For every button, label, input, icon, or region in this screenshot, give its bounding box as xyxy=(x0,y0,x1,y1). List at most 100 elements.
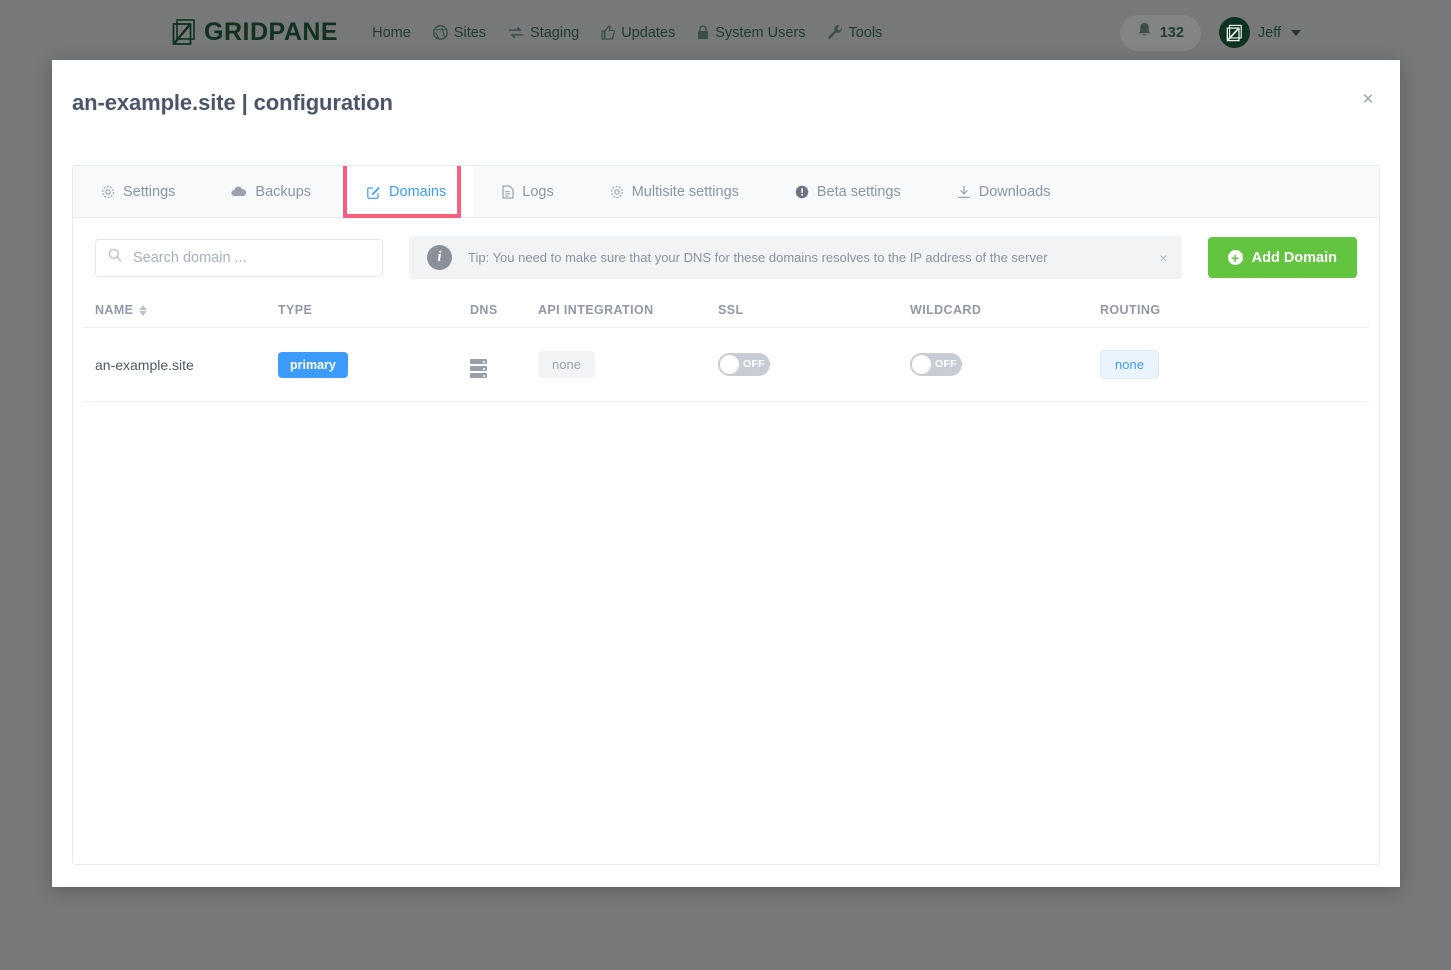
domains-table: NAME TYPE DNS API INTEGRATION SSL WILDCA… xyxy=(73,295,1379,402)
dismiss-tip-icon[interactable]: × xyxy=(1159,250,1167,266)
sync-icon xyxy=(508,26,524,39)
top-navigation-bar: GRIDPANE Home Sites Staging Updates Syst… xyxy=(0,0,1451,65)
cell-wildcard: OFF xyxy=(910,352,1100,377)
search-domain-box[interactable] xyxy=(95,238,383,277)
top-navigation-inner: GRIDPANE Home Sites Staging Updates Syst… xyxy=(0,0,1451,65)
add-domain-button[interactable]: + Add Domain xyxy=(1207,237,1357,278)
modal-header: an-example.site | configuration × xyxy=(52,60,1400,148)
column-header-wildcard-label: WILDCARD xyxy=(910,303,982,317)
ssl-toggle-knob xyxy=(720,354,739,374)
nav-item-sites-label: Sites xyxy=(453,24,487,41)
tab-beta-settings[interactable]: Beta settings xyxy=(767,166,929,217)
user-name-label: Jeff xyxy=(1257,24,1281,41)
tab-domains[interactable]: Domains xyxy=(339,166,475,217)
site-configuration-modal: an-example.site | configuration × Settin… xyxy=(52,60,1400,887)
close-icon[interactable]: × xyxy=(1358,90,1378,110)
column-header-dns: DNS xyxy=(470,303,538,317)
column-header-routing-label: ROUTING xyxy=(1100,303,1161,317)
column-header-ssl-label: SSL xyxy=(718,303,744,317)
tab-settings-label: Settings xyxy=(123,183,176,200)
cell-domain-name: an-example.site xyxy=(95,356,194,373)
wrench-icon xyxy=(827,25,843,40)
nav-item-updates[interactable]: Updates xyxy=(601,25,675,41)
column-header-name[interactable]: NAME xyxy=(83,303,278,317)
tab-backups[interactable]: Backups xyxy=(203,166,339,217)
server-stack-icon[interactable] xyxy=(470,359,487,378)
configuration-panel: Settings Backups Domains Logs Multisite … xyxy=(72,165,1380,865)
column-header-type-label: TYPE xyxy=(278,303,313,317)
gear-icon xyxy=(101,185,115,199)
tab-settings[interactable]: Settings xyxy=(73,166,203,217)
cell-ssl: OFF xyxy=(718,352,910,377)
nav-item-home-label: Home xyxy=(372,24,411,41)
nav-item-updates-label: Updates xyxy=(621,24,676,41)
lock-icon xyxy=(697,25,709,40)
add-domain-label: Add Domain xyxy=(1251,249,1337,266)
cell-api-integration: none xyxy=(538,351,718,378)
edit-square-icon xyxy=(367,185,381,199)
column-header-name-label: NAME xyxy=(95,303,134,317)
tab-logs-label: Logs xyxy=(522,183,554,200)
wildcard-toggle-label: OFF xyxy=(935,358,957,370)
gridpane-logo-icon xyxy=(172,19,197,46)
search-icon xyxy=(108,248,122,267)
column-header-dns-label: DNS xyxy=(470,303,498,317)
wordpress-icon xyxy=(432,25,448,40)
info-icon: i xyxy=(427,245,452,270)
wildcard-toggle[interactable]: OFF xyxy=(910,352,962,376)
tab-backups-label: Backups xyxy=(255,183,312,200)
page-title: an-example.site | configuration xyxy=(72,90,393,115)
brand-logo-text: GRIDPANE xyxy=(204,18,339,46)
ssl-toggle[interactable]: OFF xyxy=(718,352,770,376)
download-icon xyxy=(957,185,971,199)
domains-toolbar: i Tip: You need to make sure that your D… xyxy=(73,218,1379,295)
nav-item-system-users[interactable]: System Users xyxy=(697,24,806,41)
nav-item-tools-label: Tools xyxy=(848,24,883,41)
api-integration-badge[interactable]: none xyxy=(538,351,595,378)
user-avatar-icon xyxy=(1218,17,1250,48)
column-header-type: TYPE xyxy=(278,303,470,317)
nav-item-home[interactable]: Home xyxy=(372,25,411,41)
ssl-toggle-label: OFF xyxy=(743,358,765,370)
dns-tip-banner: i Tip: You need to make sure that your D… xyxy=(409,236,1182,279)
cell-dns[interactable] xyxy=(470,351,538,378)
wildcard-toggle-knob xyxy=(912,354,931,374)
dns-tip-text: Tip: You need to make sure that your DNS… xyxy=(468,250,1048,265)
column-header-ssl: SSL xyxy=(718,303,910,317)
tab-bar: Settings Backups Domains Logs Multisite … xyxy=(73,166,1379,218)
thumbs-up-icon xyxy=(601,25,616,40)
sort-arrows-icon[interactable] xyxy=(139,304,148,316)
cloud-icon xyxy=(231,186,247,197)
nav-right-group: 132 Jeff xyxy=(1119,14,1301,51)
notifications-count: 132 xyxy=(1159,24,1184,41)
nav-item-staging-label: Staging xyxy=(530,24,580,41)
table-header-row: NAME TYPE DNS API INTEGRATION SSL WILDCA… xyxy=(83,295,1369,328)
nav-item-staging[interactable]: Staging xyxy=(508,25,579,41)
nav-item-sites[interactable]: Sites xyxy=(432,24,487,41)
bell-icon xyxy=(1137,22,1152,44)
user-menu[interactable]: Jeff xyxy=(1218,17,1301,48)
notifications-button[interactable]: 132 xyxy=(1119,14,1201,51)
column-header-routing: ROUTING xyxy=(1100,303,1270,317)
nav-item-tools[interactable]: Tools xyxy=(827,24,883,41)
search-input[interactable] xyxy=(131,248,370,267)
tab-beta-settings-label: Beta settings xyxy=(816,183,901,200)
nav-links: Home Sites Staging Updates System Users … xyxy=(372,25,904,41)
tab-multisite-settings[interactable]: Multisite settings xyxy=(582,166,767,217)
table-row: an-example.site primary none OFF OFF non… xyxy=(83,328,1369,402)
brand-logo[interactable]: GRIDPANE xyxy=(172,19,338,46)
tab-domains-label: Domains xyxy=(389,183,447,200)
gear-icon xyxy=(610,185,624,199)
tab-downloads[interactable]: Downloads xyxy=(929,166,1079,217)
routing-badge[interactable]: none xyxy=(1100,350,1159,379)
status-badge: primary xyxy=(278,351,348,378)
cell-domain-type: primary xyxy=(278,351,470,378)
cell-routing: none xyxy=(1100,350,1270,379)
tab-logs[interactable]: Logs xyxy=(474,166,581,217)
tab-downloads-label: Downloads xyxy=(978,183,1051,200)
column-header-wildcard: WILDCARD xyxy=(910,303,1100,317)
chevron-down-icon xyxy=(1291,29,1301,36)
column-header-api-integration-label: API INTEGRATION xyxy=(538,303,654,317)
column-header-api-integration: API INTEGRATION xyxy=(538,303,718,317)
nav-item-system-users-label: System Users xyxy=(715,24,806,41)
